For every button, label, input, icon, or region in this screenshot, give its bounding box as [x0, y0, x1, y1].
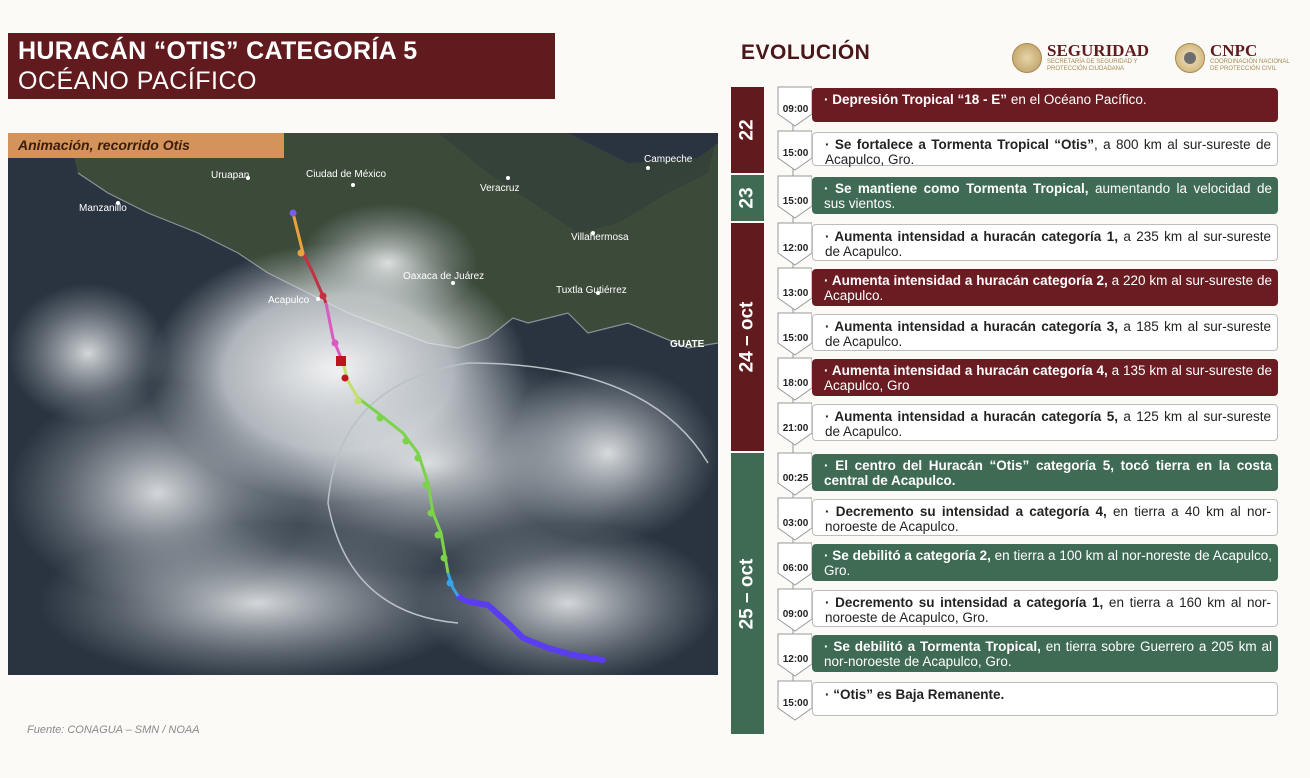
map-label-campeche: Campeche [644, 154, 693, 165]
page-subtitle: OCÉANO PACÍFICO [18, 67, 258, 95]
map-label-manzanillo: Manzanillo [79, 203, 127, 214]
event-time: 00:25 [782, 473, 809, 484]
event-highlight: · Se debilitó a Tormenta Tropical, [824, 639, 1041, 654]
event-description: · Se mantiene como Tormenta Tropical, au… [812, 177, 1278, 214]
event-description: · Se fortalece a Tormenta Tropical “Otis… [812, 132, 1278, 167]
map-label-villahermosa: Villahermosa [571, 232, 629, 243]
event-description: · Se debilitó a categoría 2, en tierra a… [812, 544, 1278, 581]
cnpc-seal-icon [1175, 42, 1205, 73]
event-description: · “Otis” es Baja Remanente. [812, 682, 1278, 716]
logo-seguridad-text: SEGURIDAD [1047, 41, 1150, 60]
map-label-acapulco: Acapulco [268, 295, 310, 306]
map-label-ciudad-mexico: Ciudad de México [306, 169, 386, 180]
event-highlight: · Se debilitó a categoría 2, [824, 548, 991, 563]
event-highlight: · Se mantiene como Tormenta Tropical, [824, 181, 1089, 196]
event-time: 03:00 [782, 518, 809, 529]
hurricane-track-map: Uruapan Ciudad de México Campeche Manzan… [8, 133, 718, 675]
day-bar-23: 23 [731, 175, 764, 221]
event-highlight: · Aumenta intensidad a huracán categoría… [825, 319, 1118, 334]
map-label-tuxtla: Tuxtla Gutiérrez [556, 285, 627, 296]
title-banner: HURACÁN “OTIS” CATEGORÍA 5 OCÉANO PACÍFI… [8, 33, 555, 99]
event-description: · Aumenta intensidad a huracán categoría… [812, 224, 1278, 261]
event-time: 21:00 [782, 423, 809, 434]
event-description: · Aumenta intensidad a huracán categoría… [812, 359, 1278, 396]
event-time: 12:00 [782, 243, 809, 254]
logo-cnpc: CNPC COORDINACIÓN NACIONAL DE PROTECCIÓN… [1175, 42, 1290, 73]
page-title: HURACÁN “OTIS” CATEGORÍA 5 [18, 37, 418, 65]
event-highlight: · Depresión Tropical “18 - E” [824, 92, 1008, 107]
logo-seguridad: SEGURIDAD SECRETARÍA DE SEGURIDAD Y PROT… [1012, 42, 1157, 73]
event-time: 15:00 [782, 148, 809, 159]
evolution-title: EVOLUCIÓN [741, 41, 871, 64]
map-label-uruapan: Uruapan [211, 170, 249, 181]
map-label-oaxaca: Oaxaca de Juárez [403, 271, 484, 282]
event-highlight: · Aumenta intensidad a huracán categoría… [825, 229, 1118, 244]
event-time: 15:00 [782, 698, 809, 709]
event-time: 15:00 [782, 333, 809, 344]
event-time: 12:00 [782, 654, 809, 665]
seal-icon [1012, 42, 1042, 73]
source-note: Fuente: CONAGUA – SMN / NOAA [27, 724, 200, 736]
day-bar-24: 24 – oct [731, 223, 764, 451]
event-time: 09:00 [782, 609, 809, 620]
event-description: · Depresión Tropical “18 - E” en el Océa… [812, 88, 1278, 122]
event-time: 15:00 [782, 196, 809, 207]
event-detail: en el Océano Pacífico. [1007, 92, 1147, 107]
event-highlight: · Aumenta intensidad a huracán categoría… [825, 409, 1118, 424]
event-description: · Aumenta intensidad a huracán categoría… [812, 404, 1278, 441]
event-description: · El centro del Huracán “Otis” categoría… [812, 454, 1278, 491]
event-highlight: · El centro del Huracán “Otis” categoría… [824, 458, 1272, 488]
event-description: · Se debilitó a Tormenta Tropical, en ti… [812, 635, 1278, 672]
event-time: 13:00 [782, 288, 809, 299]
event-highlight: · Decremento su intensidad a categoría 1… [825, 595, 1104, 610]
event-highlight: · Se fortalece a Tormenta Tropical “Otis… [825, 137, 1094, 152]
event-time: 06:00 [782, 563, 809, 574]
event-description: · Aumenta intensidad a huracán categoría… [812, 314, 1278, 351]
slide: HURACÁN “OTIS” CATEGORÍA 5 OCÉANO PACÍFI… [0, 0, 1310, 778]
event-highlight: · Decremento su intensidad a categoría 4… [825, 504, 1107, 519]
logo-cnpc-text: CNPC [1210, 41, 1258, 60]
event-highlight: · Aumenta intensidad a huracán categoría… [824, 273, 1108, 288]
map-caption: Animación, recorrido Otis [8, 133, 284, 158]
logo-seguridad-subtext: SECRETARÍA DE SEGURIDAD Y PROTECCIÓN CIU… [1047, 59, 1138, 72]
logo-cnpc-subtext: COORDINACIÓN NACIONAL DE PROTECCIÓN CIVI… [1210, 59, 1290, 72]
event-description: · Decremento su intensidad a categoría 1… [812, 590, 1278, 627]
event-time: 18:00 [782, 378, 809, 389]
day-bar-25: 25 – oct [731, 453, 764, 734]
event-time: 09:00 [782, 104, 809, 115]
map-label-guate: GUATE [670, 339, 705, 350]
map-label-veracruz: Veracruz [480, 183, 519, 194]
event-description: · Decremento su intensidad a categoría 4… [812, 499, 1278, 536]
event-description: · Aumenta intensidad a huracán categoría… [812, 269, 1278, 306]
event-highlight: · “Otis” es Baja Remanente. [825, 687, 1005, 702]
day-bar-22: 22 [731, 87, 764, 173]
event-highlight: · Aumenta intensidad a huracán categoría… [824, 363, 1108, 378]
